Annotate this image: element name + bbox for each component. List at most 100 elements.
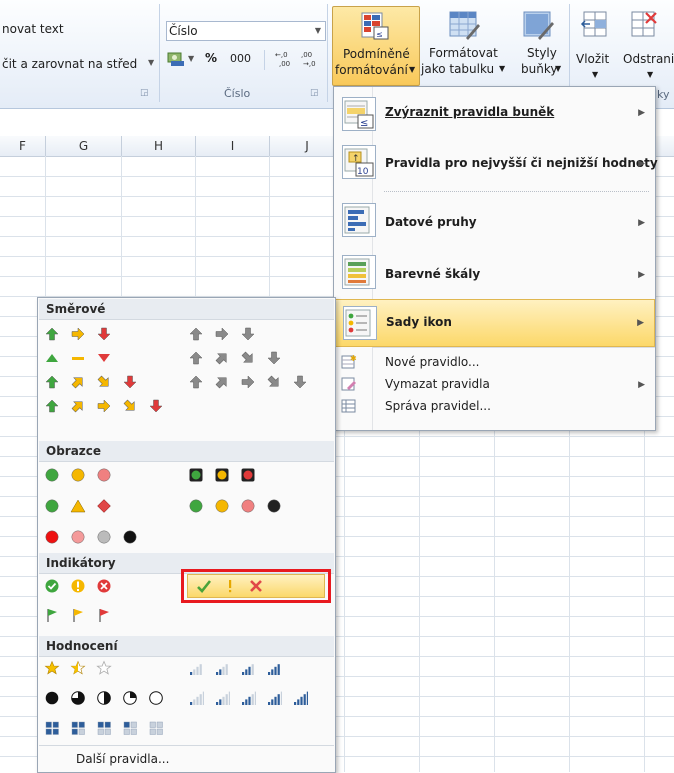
data-bars-icon	[342, 203, 376, 237]
merge-dropdown-icon[interactable]: ▼	[148, 58, 154, 67]
3-traffic-lights-rimmed-item-icon	[241, 468, 255, 482]
highlight-rules-icon: ≤	[342, 97, 376, 131]
alignment-launcher-icon[interactable]: ◲	[140, 88, 149, 98]
icon-set-5-arrows-colored[interactable]	[44, 396, 174, 418]
insert-cells-button[interactable]: Vložit ▼	[574, 6, 618, 84]
4-arrows-colored-item-icon	[123, 375, 137, 389]
chevron-down-icon: ▼	[647, 70, 654, 79]
4-ratings-item-icon	[268, 664, 280, 675]
icon-set-4-ratings[interactable]	[188, 658, 292, 680]
icon-set-3-stars[interactable]	[44, 658, 122, 680]
data-bars-label: Datové pruhy	[385, 215, 477, 229]
cell-styles-label-1: Styly	[527, 46, 557, 60]
column-header-f[interactable]: F	[0, 136, 46, 157]
decrease-decimal-icon[interactable]: ,00 →,0	[300, 49, 320, 69]
menu-separator	[372, 347, 655, 348]
conditional-formatting-menu: ≤ Zvýraznit pravidla buněk ▶ ↑ 10 Pravidl…	[333, 86, 658, 431]
insert-label: Vložit	[576, 52, 610, 66]
4-ratings-item-icon	[190, 664, 202, 675]
menu-item-top-bottom-rules[interactable]: ↑ 10 Pravidla pro nejvyšší či nejnižší ho…	[334, 139, 658, 189]
3-triangles-item-icon	[72, 357, 84, 360]
svg-text:≤: ≤	[376, 30, 383, 39]
column-header-i[interactable]: I	[196, 136, 270, 157]
merge-center-button[interactable]: čit a zarovnat na střed	[2, 57, 137, 71]
icon-set-3-triangles[interactable]	[44, 348, 122, 370]
cross-icon	[250, 580, 262, 592]
icon-set-3-symbols-circled[interactable]	[44, 576, 122, 598]
5-arrows-colored-item-icon	[97, 399, 111, 413]
menu-item-clear-rules[interactable]: Vymazat pravidla ▶	[334, 375, 655, 395]
icon-set-4-arrows-colored[interactable]	[44, 372, 148, 394]
3-signs-item-icon	[70, 499, 86, 513]
icon-set-5-arrows-gray[interactable]	[188, 372, 318, 394]
more-rules-link[interactable]: Další pravidla...	[76, 752, 169, 766]
percent-button[interactable]: %	[205, 51, 217, 65]
conditional-formatting-button[interactable]: ≤ Podmíněné formátování ▼	[332, 6, 420, 86]
svg-text:✱: ✱	[350, 354, 357, 363]
currency-icon[interactable]	[167, 51, 185, 67]
wrap-text-button[interactable]: novat text	[2, 22, 64, 36]
format-as-table-button[interactable]: Formátovat jako tabulku ▼	[420, 6, 510, 84]
table-style-icon	[448, 10, 480, 40]
insert-cells-icon	[580, 10, 612, 40]
conditional-formatting-icon: ≤	[360, 11, 390, 41]
icon-set-3-signs[interactable]	[44, 496, 122, 518]
number-format-value: Číslo	[169, 24, 198, 38]
3-flags-item-icon	[99, 609, 109, 622]
5-arrows-colored-item-icon	[71, 401, 83, 413]
group-separator	[159, 4, 160, 102]
icon-set-4-arrows-gray[interactable]	[188, 348, 292, 370]
menu-item-data-bars[interactable]: Datové pruhy ▶	[334, 195, 655, 245]
5-quarters-item-icon	[149, 691, 163, 705]
chevron-down-icon: ▼	[555, 64, 562, 73]
3-signs-item-icon	[45, 499, 59, 513]
5-ratings-item-icon	[190, 691, 204, 705]
number-format-combo[interactable]: Číslo ▼	[166, 21, 326, 41]
submenu-arrow-icon: ▶	[638, 380, 645, 390]
manage-rules-label: Správa pravidel...	[385, 399, 491, 413]
menu-item-highlight-rules[interactable]: ≤ Zvýraznit pravidla buněk ▶	[334, 91, 655, 135]
currency-dropdown-icon[interactable]: ▼	[188, 54, 194, 63]
3-arrows-colored-item-icon	[71, 327, 85, 341]
highlight-rules-label: Zvýraznit pravidla buněk	[385, 105, 555, 119]
submenu-arrow-icon: ▶	[638, 159, 645, 169]
icon-set-3-traffic-lights-rimmed[interactable]	[188, 465, 266, 487]
chevron-down-icon: ▼	[499, 64, 506, 73]
cell-styles-button[interactable]: Styly buňky ▼	[512, 6, 566, 84]
new-rule-label: Nové pravidlo...	[385, 355, 480, 369]
menu-item-icon-sets[interactable]: Sady ikon ▶	[334, 299, 655, 347]
cell-styles-icon	[522, 10, 554, 40]
column-header-g[interactable]: G	[46, 136, 122, 157]
4-arrows-colored-item-icon	[71, 377, 83, 389]
menu-separator	[39, 745, 334, 746]
icon-set-5-boxes[interactable]	[44, 718, 174, 740]
icon-set-5-ratings[interactable]	[188, 688, 318, 710]
icon-set-red-to-black[interactable]	[44, 527, 148, 549]
4-ratings-item-icon	[216, 664, 228, 675]
number-launcher-icon[interactable]: ◲	[310, 88, 319, 98]
5-arrows-gray-item-icon	[215, 377, 227, 389]
3-traffic-lights-unrimmed-item-icon	[71, 468, 85, 482]
svg-text:10: 10	[357, 167, 369, 177]
4-arrows-gray-item-icon	[189, 351, 203, 365]
icon-set-3-symbols-uncircled[interactable]	[181, 569, 331, 603]
5-arrows-colored-item-icon	[149, 399, 163, 413]
menu-item-new-rule[interactable]: ✱ Nové pravidlo...	[334, 353, 655, 373]
delete-cells-button[interactable]: Odstrani ▼	[620, 6, 674, 84]
icon-set-4-traffic-lights[interactable]	[188, 496, 292, 518]
icon-set-3-flags[interactable]	[44, 605, 122, 627]
icon-set-3-arrows-colored[interactable]	[44, 324, 122, 346]
3-arrows-gray-item-icon	[241, 327, 255, 341]
icon-set-3-arrows-gray[interactable]	[188, 324, 266, 346]
color-scales-icon	[342, 255, 376, 289]
increase-decimal-icon[interactable]: ←,0,00	[274, 49, 294, 69]
menu-item-color-scales[interactable]: Barevné škály ▶	[334, 247, 655, 297]
thousands-button[interactable]: 000	[230, 52, 251, 65]
icon-set-5-quarters[interactable]	[44, 688, 174, 710]
column-header-h[interactable]: H	[122, 136, 196, 157]
menu-item-manage-rules[interactable]: Správa pravidel...	[334, 397, 655, 417]
manage-rules-icon	[341, 398, 357, 414]
icon-set-3-traffic-lights-unrimmed[interactable]	[44, 465, 122, 487]
4-ratings-item-icon	[242, 664, 254, 675]
clear-rules-icon	[341, 376, 357, 392]
